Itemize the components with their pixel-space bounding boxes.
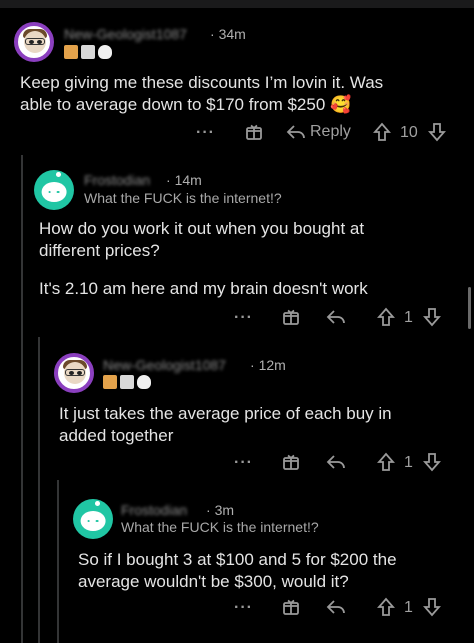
upvote-icon — [377, 597, 395, 616]
award-icon[interactable] — [281, 307, 301, 327]
vote-count: 1 — [404, 599, 413, 616]
comment-body: It just takes the average price of each … — [59, 403, 459, 447]
shorts-badge-icon — [103, 375, 117, 389]
comment-line: It's 2.10 am here and my brain doesn't w… — [39, 279, 368, 298]
downvote-button[interactable] — [422, 307, 442, 327]
comment-spacer — [39, 262, 459, 278]
award-icon[interactable] — [281, 597, 301, 617]
user-avatar[interactable] — [34, 170, 74, 210]
username[interactable]: New-Geologist1087 — [64, 26, 187, 42]
vote-count: 10 — [400, 124, 418, 141]
downvote-icon — [423, 308, 441, 327]
reply-icon — [286, 125, 305, 139]
more-icon[interactable]: ··· — [234, 454, 253, 472]
upvote-icon — [377, 452, 395, 471]
thread-line-3[interactable] — [57, 480, 59, 643]
timestamp: · 14m — [166, 172, 202, 188]
reply-icon — [326, 455, 345, 469]
username[interactable]: Frostodian — [84, 172, 150, 188]
comment-body: So if I bought 3 at $100 and 5 for $200 … — [78, 549, 463, 593]
user-avatar[interactable] — [73, 499, 113, 539]
comment-line: Keep giving me these discounts I’m lovin… — [20, 73, 384, 92]
reply-button[interactable] — [326, 308, 346, 326]
reply-button[interactable] — [326, 453, 346, 471]
skull-badge-icon — [137, 375, 151, 389]
more-icon[interactable]: ··· — [196, 124, 215, 142]
user-flair: What the FUCK is the internet!? — [121, 519, 319, 535]
more-icon[interactable]: ··· — [234, 599, 253, 617]
top-bar — [0, 0, 474, 8]
comment-line: able to average down to $170 from $250 🥰 — [20, 95, 352, 114]
upvote-button[interactable] — [376, 307, 396, 327]
downvote-icon — [423, 453, 441, 472]
skull-badge-icon — [98, 45, 112, 59]
upvote-icon — [377, 307, 395, 326]
pirate-badge-icon — [81, 45, 95, 59]
more-icon[interactable]: ··· — [234, 309, 253, 327]
vote-count: 1 — [404, 454, 413, 471]
comment-line: So if I bought 3 at $100 and 5 for $200 … — [78, 550, 397, 569]
pirate-badge-icon — [120, 375, 134, 389]
upvote-icon — [373, 122, 391, 141]
comment-body: How do you work it out when you bought a… — [39, 218, 459, 300]
shorts-badge-icon — [64, 45, 78, 59]
reply-button[interactable] — [326, 598, 346, 616]
user-badges — [103, 375, 151, 389]
user-badges — [64, 45, 112, 59]
thread-line-1[interactable] — [21, 155, 23, 643]
upvote-button[interactable] — [372, 122, 392, 142]
user-avatar[interactable] — [14, 22, 54, 62]
reply-label: Reply — [310, 123, 351, 140]
comment-body: Keep giving me these discounts I’m lovin… — [20, 72, 460, 116]
comment-line: It just takes the average price of each … — [59, 404, 392, 423]
comment-line: average wouldn't be $300, would it? — [78, 572, 349, 591]
username[interactable]: New-Geologist1087 — [103, 357, 226, 373]
downvote-button[interactable] — [427, 122, 447, 142]
comment-line: added together — [59, 426, 174, 445]
upvote-button[interactable] — [376, 452, 396, 472]
downvote-icon — [423, 598, 441, 617]
user-flair: What the FUCK is the internet!? — [84, 190, 282, 206]
downvote-icon — [428, 123, 446, 142]
timestamp: · 3m — [206, 502, 235, 518]
comment-line: How do you work it out when you bought a… — [39, 219, 365, 238]
reply-button[interactable]: Reply — [286, 123, 351, 141]
timestamp: · 12m — [250, 357, 286, 373]
user-avatar[interactable] — [54, 353, 94, 393]
reply-icon — [326, 600, 345, 614]
upvote-button[interactable] — [376, 597, 396, 617]
award-icon[interactable] — [244, 122, 264, 142]
scrollbar[interactable] — [468, 287, 471, 329]
thread-line-2[interactable] — [38, 337, 40, 643]
award-icon[interactable] — [281, 452, 301, 472]
comment-line: different prices? — [39, 241, 160, 260]
vote-count: 1 — [404, 309, 413, 326]
time-text: 12m — [258, 357, 286, 373]
reply-icon — [326, 310, 345, 324]
time-text: 14m — [174, 172, 202, 188]
timestamp: · 34m — [210, 26, 246, 42]
username[interactable]: Frostodian — [121, 502, 187, 518]
downvote-button[interactable] — [422, 452, 442, 472]
downvote-button[interactable] — [422, 597, 442, 617]
time-text: 3m — [214, 502, 235, 518]
time-text: 34m — [218, 26, 246, 42]
